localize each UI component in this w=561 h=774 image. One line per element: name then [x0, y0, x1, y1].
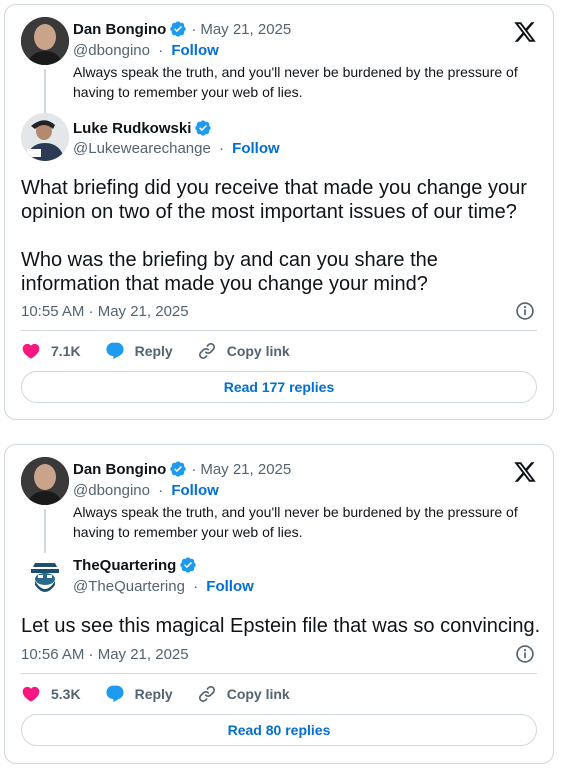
separator-dot: · — [219, 140, 224, 157]
like-button[interactable]: 5.3K — [21, 684, 81, 704]
avatar[interactable] — [21, 17, 69, 65]
thread-line — [44, 69, 46, 113]
read-replies-button[interactable]: Read 177 replies — [21, 371, 537, 403]
avatar[interactable] — [21, 113, 69, 161]
copy-link-label: Copy link — [226, 343, 290, 359]
reply-button[interactable]: Reply — [105, 341, 173, 361]
heart-icon — [22, 343, 40, 359]
copy-link-label: Copy link — [226, 686, 290, 702]
tweet-card: Dan Bongino · May 21, 2025 @dbongino · F… — [4, 444, 554, 764]
divider — [21, 673, 537, 674]
separator-dot: · — [158, 42, 164, 59]
author-handle[interactable]: @Lukewearechange — [73, 140, 211, 157]
tweet-timestamp[interactable]: 10:55 AM · May 21, 2025 — [21, 303, 189, 320]
copy-link-button[interactable]: Copy link — [197, 684, 290, 704]
tweet-timestamp[interactable]: 10:56 AM · May 21, 2025 — [21, 646, 189, 663]
copy-link-button[interactable]: Copy link — [197, 341, 290, 361]
author-handle[interactable]: @dbongino — [73, 482, 150, 499]
separator-dot: · — [191, 460, 197, 478]
avatar-image — [21, 457, 69, 505]
thread-line — [44, 509, 46, 553]
reply-label: Reply — [134, 686, 173, 702]
action-bar: 5.3K Reply Copy link — [21, 684, 314, 704]
read-replies-button[interactable]: Read 80 replies — [21, 714, 537, 746]
verified-badge-icon — [170, 21, 187, 37]
quoted-tweet-text: Always speak the truth, and you'll never… — [73, 504, 518, 540]
avatar-image — [21, 17, 69, 65]
speech-bubble-icon — [106, 342, 124, 360]
speech-bubble-icon — [106, 685, 124, 703]
like-count: 5.3K — [51, 686, 81, 702]
action-bar: 7.1K Reply Copy link — [21, 341, 314, 361]
handle-row: @TheQuartering · Follow — [73, 578, 254, 595]
tweet-text: Let us see this magical Epstein file tha… — [21, 615, 541, 637]
like-count: 7.1K — [51, 343, 81, 359]
verified-badge-icon — [195, 120, 212, 136]
author-name[interactable]: Dan Bongino — [73, 21, 166, 38]
link-icon — [198, 342, 215, 360]
tweet-date[interactable]: May 21, 2025 — [200, 21, 291, 38]
avatar-image — [21, 553, 69, 601]
reply-label: Reply — [134, 343, 173, 359]
like-button[interactable]: 7.1K — [21, 341, 81, 361]
separator-dot: · — [193, 578, 199, 595]
quoted-author-row: Dan Bongino · May 21, 2025 — [73, 20, 291, 38]
avatar[interactable] — [21, 553, 69, 601]
verified-badge-icon — [170, 461, 187, 477]
author-handle[interactable]: @TheQuartering — [73, 578, 185, 595]
avatar-image — [21, 113, 69, 161]
follow-button[interactable]: Follow — [171, 482, 219, 499]
info-icon[interactable] — [515, 301, 535, 321]
x-logo-icon[interactable] — [513, 20, 537, 44]
author-row: TheQuartering — [73, 556, 197, 574]
quoted-author-row: Dan Bongino · May 21, 2025 — [73, 460, 291, 478]
quoted-handle-row: @dbongino · Follow — [73, 42, 219, 59]
author-name[interactable]: TheQuartering — [73, 557, 176, 574]
avatar[interactable] — [21, 457, 69, 505]
heart-icon — [22, 686, 40, 702]
quoted-handle-row: @dbongino · Follow — [73, 482, 219, 499]
separator-dot: · — [191, 20, 197, 38]
quoted-tweet-text: Always speak the truth, and you'll never… — [73, 64, 518, 100]
follow-button[interactable]: Follow — [232, 140, 280, 157]
follow-button[interactable]: Follow — [171, 42, 219, 59]
reply-button[interactable]: Reply — [105, 684, 173, 704]
tweet-text: What briefing did you receive that made … — [21, 177, 527, 295]
link-icon — [198, 685, 215, 703]
author-handle[interactable]: @dbongino — [73, 42, 150, 59]
author-name[interactable]: Dan Bongino — [73, 461, 166, 478]
tweet-date[interactable]: May 21, 2025 — [200, 461, 291, 478]
author-row: Luke Rudkowski — [73, 119, 212, 137]
verified-badge-icon — [180, 557, 197, 573]
x-logo-icon[interactable] — [513, 460, 537, 484]
tweet-card: Dan Bongino · May 21, 2025 @dbongino · F… — [4, 4, 554, 420]
author-name[interactable]: Luke Rudkowski — [73, 120, 191, 137]
separator-dot: · — [158, 482, 164, 499]
divider — [21, 330, 537, 331]
info-icon[interactable] — [515, 644, 535, 664]
follow-button[interactable]: Follow — [206, 578, 254, 595]
handle-row: @Lukewearechange · Follow — [73, 140, 280, 157]
